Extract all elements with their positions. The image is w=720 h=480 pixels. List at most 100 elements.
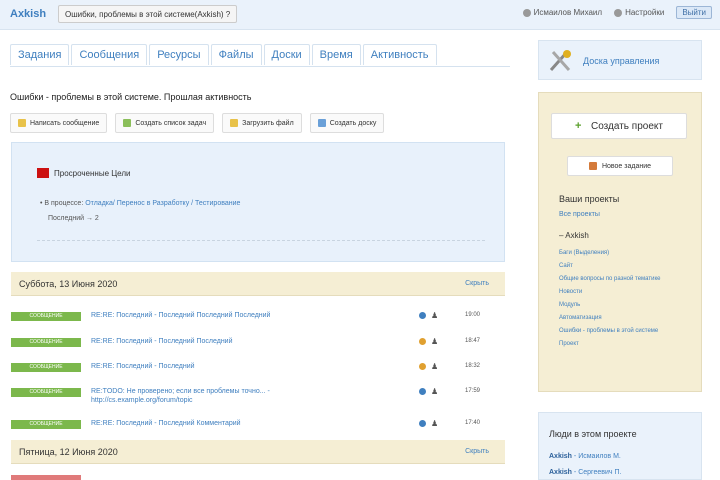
- activity-row[interactable]: СООБЩЕНИЕ RE:RE: Последний - Последний П…: [11, 309, 505, 327]
- user-link[interactable]: Исмаилов Михаил: [522, 8, 603, 17]
- activity-row[interactable]: СООБЩЕНИЕ RE:RE: Последний - Последний К…: [11, 417, 505, 435]
- overdue-goals-panel: Просроченные Цели • В процессе: Отладка/…: [11, 142, 505, 262]
- message-badge: СООБЩЕНИЕ: [11, 312, 81, 321]
- activity-row[interactable]: СООБЩЕНИЕ RE:RE: Последний - Последний ♟…: [11, 360, 505, 378]
- activity-link[interactable]: RE:RE: Последний - Последний: [91, 362, 331, 371]
- dashboard-link[interactable]: Доска управления: [538, 40, 702, 80]
- activity-time: 18:47: [465, 338, 481, 344]
- user-icon: [522, 8, 531, 17]
- action-toolbar: Написать сообщение Создать список задач …: [10, 113, 385, 133]
- project-link[interactable]: Общие вопросы по разной тематике: [559, 275, 695, 283]
- tab-boards[interactable]: Доски: [263, 44, 310, 65]
- top-bar: Axkish Ошибки, проблемы в этой системе(A…: [0, 0, 720, 30]
- in-progress-line: • В процессе: Отладка/ Перенос в Разрабо…: [40, 200, 241, 207]
- overdue-heading-text: Просроченные Цели: [54, 168, 131, 178]
- file-icon: [230, 119, 239, 127]
- day-header: Суббота, 13 Июня 2020 Скрыть: [11, 272, 505, 296]
- person-icon: ♟: [431, 362, 439, 371]
- all-projects-link[interactable]: Все проекты: [559, 211, 600, 218]
- create-project-label: Создать проект: [591, 120, 663, 132]
- write-message-button[interactable]: Написать сообщение: [10, 113, 108, 133]
- project-link[interactable]: Баги (Выделения): [559, 249, 695, 257]
- current-project-breadcrumb[interactable]: Ошибки, проблемы в этой системе(Axkish) …: [58, 5, 238, 23]
- person-icon: ♟: [431, 337, 439, 346]
- day-date: Суббота, 13 Июня 2020: [19, 279, 118, 289]
- new-task-label: Новое задание: [601, 162, 652, 170]
- tab-resources[interactable]: Ресурсы: [149, 44, 209, 65]
- project-link[interactable]: Модуль: [559, 301, 695, 309]
- plus-icon: +: [575, 120, 582, 132]
- settings-link[interactable]: Настройки: [614, 8, 664, 17]
- create-board-label: Создать доску: [329, 119, 377, 127]
- message-badge: СООБЩЕНИЕ: [11, 420, 81, 429]
- activity-divider: [37, 240, 485, 241]
- tab-messages[interactable]: Сообщения: [71, 44, 148, 65]
- message-badge: СООБЩЕНИЕ: [11, 338, 81, 347]
- person-company: Axkish: [549, 469, 572, 476]
- exit-button[interactable]: Выйти: [676, 6, 712, 19]
- activity-link[interactable]: RE:RE: Последний - Последний Последний П…: [91, 311, 331, 320]
- board-icon: [317, 119, 326, 127]
- activity-time: 18:32: [465, 363, 481, 369]
- status-icon: [419, 338, 426, 345]
- upload-file-button[interactable]: Загрузить файл: [222, 113, 302, 133]
- project-link[interactable]: Новости: [559, 288, 695, 296]
- tab-files[interactable]: Файлы: [210, 44, 262, 65]
- person-name: Сергеевич П.: [578, 469, 622, 476]
- task-icon: [588, 162, 597, 170]
- activity-link[interactable]: RE:TODO: Не проверено; если все проблемы…: [91, 387, 331, 405]
- overdue-heading: Просроченные Цели: [37, 168, 130, 178]
- project-link[interactable]: Ошибки - проблемы в этой системе: [559, 327, 695, 335]
- project-link[interactable]: Сайт: [559, 262, 695, 270]
- project-link[interactable]: Проект: [559, 340, 695, 348]
- dashboard-label: Доска управления: [583, 56, 660, 66]
- tabs-divider: [10, 66, 510, 67]
- create-board-button[interactable]: Создать доску: [309, 113, 385, 133]
- dashboard-icon: [549, 50, 571, 71]
- people-heading: Люди в этом проекте: [549, 429, 637, 439]
- in-progress-prefix: В процессе:: [44, 200, 84, 207]
- write-message-label: Написать сообщение: [30, 119, 100, 127]
- person-link[interactable]: Axkish - Сергеевич П.: [549, 469, 621, 476]
- hide-day-link[interactable]: Скрыть: [465, 448, 489, 455]
- create-tasklist-label: Создать список задач: [135, 119, 207, 127]
- project-list: Баги (Выделения) Сайт Общие вопросы по р…: [559, 249, 695, 353]
- settings-label: Настройки: [625, 8, 665, 17]
- create-project-button[interactable]: + Создать проект: [551, 113, 687, 139]
- person-name: Исмаилов М.: [578, 453, 621, 460]
- activity-row[interactable]: СООБЩЕНИЕ RE:TODO: Не проверено; если вс…: [11, 385, 505, 405]
- message-badge: СООБЩЕНИЕ: [11, 363, 81, 372]
- activity-time: 17:40: [465, 420, 481, 426]
- activity-row[interactable]: СООБЩЕНИЕ RE:RE: Последний - Последний П…: [11, 335, 505, 353]
- activity-link[interactable]: RE:RE: Последний - Последний Комментарий: [91, 419, 331, 428]
- tab-time[interactable]: Время: [311, 44, 361, 65]
- sidebar-projects: + Создать проект Новое задание Ваши прое…: [538, 92, 702, 392]
- activity-link[interactable]: RE:RE: Последний - Последний Последний: [91, 337, 331, 346]
- message-badge: СООБЩЕНИЕ: [11, 388, 81, 397]
- activity-row[interactable]: [11, 472, 505, 480]
- activity-time: 19:00: [465, 312, 481, 318]
- tab-activity[interactable]: Активность: [362, 44, 437, 65]
- activity-time: 17:59: [465, 388, 481, 394]
- gear-icon: [614, 8, 623, 17]
- person-icon: ♟: [431, 419, 439, 428]
- project-link[interactable]: Автоматизация: [559, 314, 695, 322]
- user-name: Исмаилов Михаил: [533, 8, 603, 17]
- upload-file-label: Загрузить файл: [242, 119, 294, 127]
- overdue-flag-icon: [37, 168, 49, 178]
- new-task-button[interactable]: Новое задание: [567, 156, 673, 176]
- in-progress-link[interactable]: Отладка/ Перенос в Разработку / Тестиров…: [85, 200, 240, 207]
- project-tabs: Задания Сообщения Ресурсы Файлы Доски Вр…: [10, 44, 439, 65]
- day-header: Пятница, 12 Июня 2020 Скрыть: [11, 440, 505, 464]
- tab-tasks[interactable]: Задания: [10, 44, 70, 65]
- last-line: Последний → 2: [48, 215, 99, 222]
- person-link[interactable]: Axkish - Исмаилов М.: [549, 453, 621, 460]
- project-people-panel: Люди в этом проекте Axkish - Исмаилов М.…: [538, 412, 702, 480]
- user-menu: Исмаилов Михаил Настройки Выйти: [522, 6, 712, 19]
- person-icon: ♟: [431, 311, 439, 320]
- day-date: Пятница, 12 Июня 2020: [19, 447, 118, 457]
- app-logo[interactable]: Axkish: [10, 8, 46, 20]
- hide-day-link[interactable]: Скрыть: [465, 280, 489, 287]
- create-tasklist-button[interactable]: Создать список задач: [115, 113, 215, 133]
- tasklist-icon: [123, 119, 132, 127]
